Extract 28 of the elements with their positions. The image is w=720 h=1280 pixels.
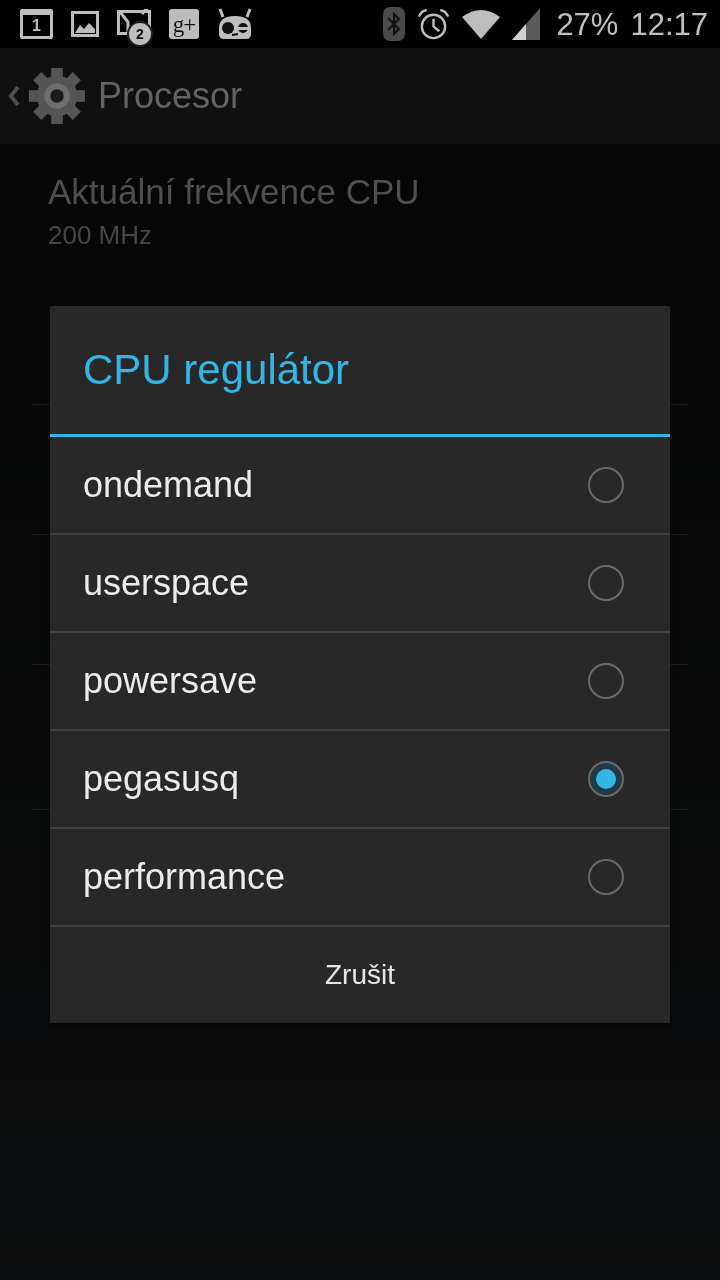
g-plus-icon: g+ [169,9,199,39]
list-option[interactable]: userspace [50,535,670,633]
radio-empty-icon[interactable] [587,466,625,504]
preference-title: Aktuální frekvence CPU [48,172,420,212]
alarm-clock-icon [417,7,451,41]
radio-selected-icon[interactable] [587,760,625,798]
cancel-button[interactable]: Zrušit [50,927,670,1023]
radio-empty-icon[interactable] [587,564,625,602]
radio-empty-icon[interactable] [587,662,625,700]
notification-count-badge: 2 [127,21,153,47]
screen-title: Procesor [98,78,243,114]
list-option[interactable]: performance [50,829,670,927]
list-option[interactable]: powersave [50,633,670,731]
list-option[interactable]: ondemand [50,437,670,535]
list-option[interactable]: pegasusq [50,731,670,829]
preference-summary: 200 MHz [48,220,153,250]
battery-percentage: 27% [556,8,619,40]
bluetooth-icon [383,7,406,41]
picture-icon [71,11,99,37]
clock-time: 12:17 [630,8,708,40]
signal-icon [512,8,541,40]
robot-face-icon [217,8,253,40]
calendar-icon: 1 [20,9,53,39]
dialog-title: CPU regulátor [82,345,351,395]
back-chevron-icon[interactable] [8,85,20,107]
radio-empty-icon[interactable] [587,858,625,896]
wifi-icon [462,9,501,39]
gear-icon [28,67,86,125]
